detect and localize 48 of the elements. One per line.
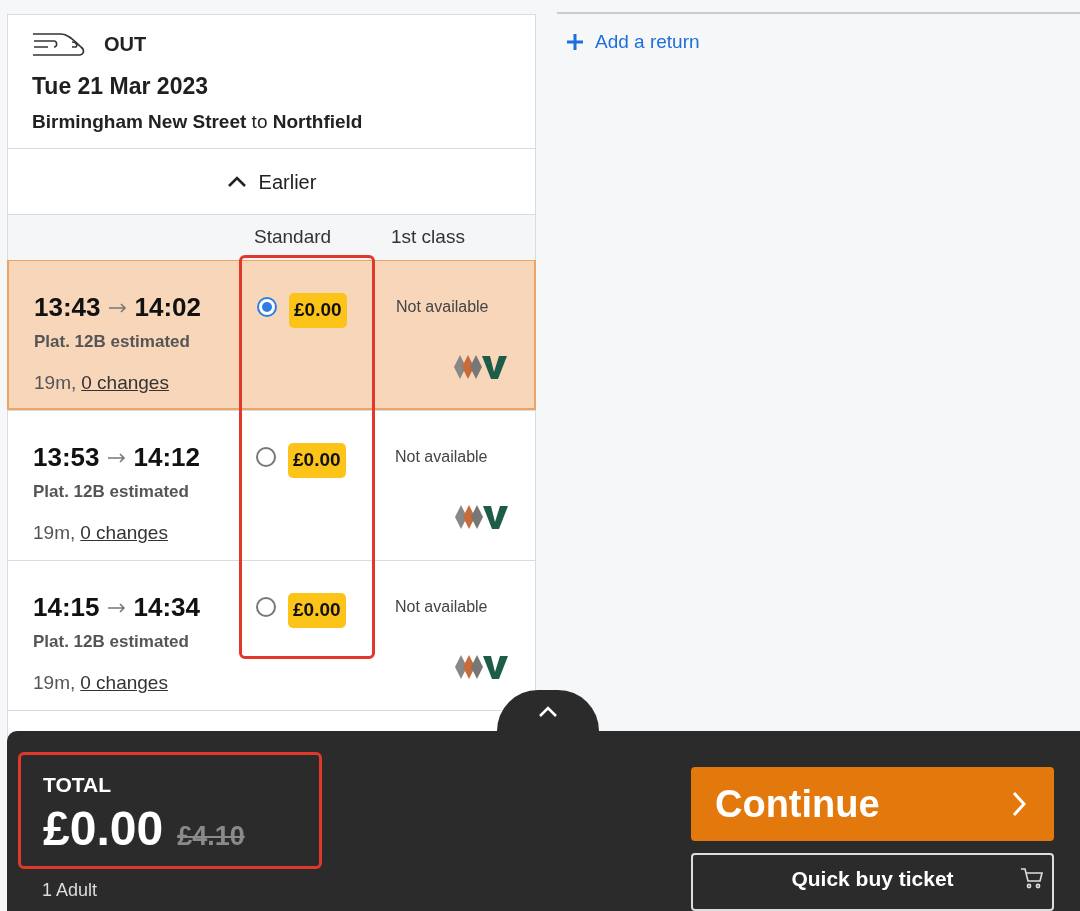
departure-time: 13:43: [34, 291, 101, 324]
departure-time: 14:15: [33, 591, 100, 624]
radio-button[interactable]: [256, 447, 276, 467]
radio-button[interactable]: [257, 297, 277, 317]
passengers-text: 1 Adult: [41, 879, 99, 902]
arrival-time: 14:02: [134, 291, 201, 324]
price-badge: £0.00: [288, 593, 346, 628]
operator-logo-icon: [455, 654, 511, 680]
price-badge: £0.00: [288, 443, 346, 478]
operator-logo-icon: [454, 354, 510, 380]
platform-text: Plat. 12B estimated: [33, 481, 190, 503]
cart-icon: [1020, 867, 1044, 890]
radio-button[interactable]: [256, 597, 276, 617]
duration-text: 19m,: [34, 370, 77, 395]
add-return-link[interactable]: Add a return: [567, 28, 700, 57]
direction-label: OUT: [104, 32, 147, 57]
platform-text: Plat. 12B estimated: [34, 331, 191, 353]
changes-link[interactable]: 0 changes: [80, 668, 168, 697]
chevron-up-icon: [226, 175, 247, 188]
column-header: 1st class: [390, 225, 466, 250]
operator-logo-icon: [455, 504, 511, 530]
departure-time: 13:53: [33, 441, 100, 474]
availability-text: Not available: [395, 447, 489, 467]
train-icon: [32, 31, 86, 57]
chevron-right-icon: [1012, 791, 1026, 818]
total-label: TOTAL: [43, 772, 113, 798]
arrow-icon: [107, 602, 126, 613]
quick-buy-button[interactable]: Quick buy ticket: [691, 853, 1054, 911]
duration-text: 19m,: [33, 520, 76, 545]
changes-link[interactable]: 0 changes: [80, 518, 168, 547]
original-price: £4.10: [177, 819, 245, 853]
column-header: Standard: [253, 225, 333, 250]
arrival-time: 14:12: [133, 441, 200, 474]
duration-text: 19m,: [33, 670, 76, 695]
arrow-icon: [108, 302, 127, 313]
arrow-icon: [107, 452, 126, 463]
arrival-time: 14:34: [133, 591, 200, 624]
availability-text: Not available: [395, 597, 489, 617]
platform-text: Plat. 12B estimated: [33, 631, 190, 653]
changes-link[interactable]: 0 changes: [81, 368, 169, 397]
price-badge: £0.00: [289, 293, 347, 328]
journey-row[interactable]: 13:43 14:02 Plat. 12B estimated 19m, 0 changes £0.00 Not available: [7, 260, 536, 410]
total-price: £0.00: [43, 800, 164, 853]
plus-icon: [567, 34, 583, 51]
route-text: Birmingham New Street to Northfield: [32, 109, 364, 134]
availability-text: Not available: [396, 297, 490, 317]
journey-date: Tue 21 Mar 2023: [32, 72, 209, 101]
chevron-up-icon: [538, 706, 558, 718]
